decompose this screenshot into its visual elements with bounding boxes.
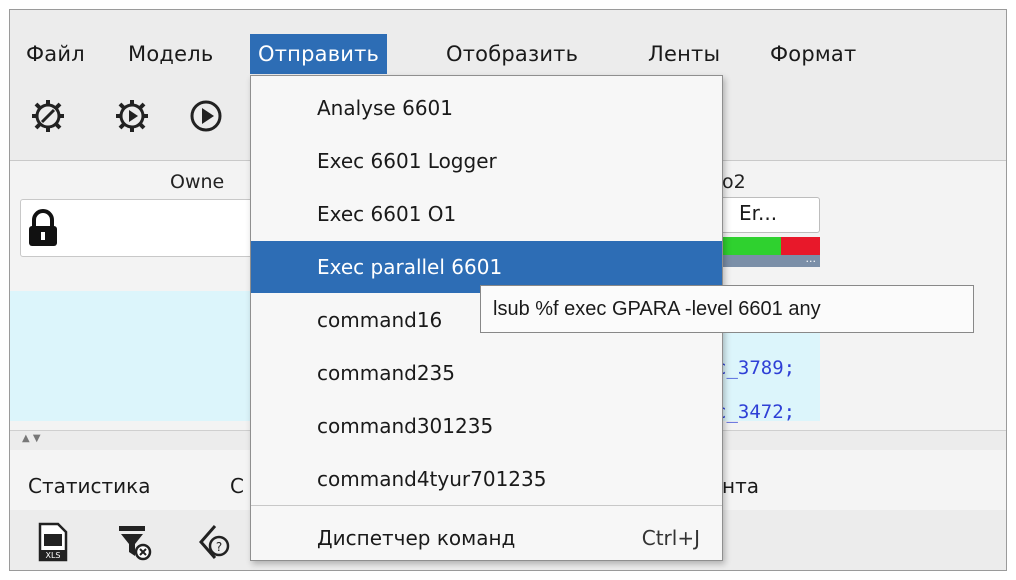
tab-statistics[interactable]: Статистика bbox=[28, 474, 151, 498]
help-tag-icon[interactable]: ? bbox=[194, 520, 236, 564]
cell-error[interactable]: Er... bbox=[710, 197, 820, 233]
svg-text:XLS: XLS bbox=[45, 551, 60, 560]
filter-field[interactable] bbox=[20, 199, 270, 257]
menu-separator bbox=[251, 505, 722, 506]
command-tooltip: lsub %f exec GPARA -level 6601 any bbox=[480, 285, 974, 333]
menu-tapes[interactable]: Ленты bbox=[640, 34, 728, 74]
table-link-cell[interactable]: c_3789; bbox=[715, 357, 795, 379]
gear-stop-icon[interactable] bbox=[28, 96, 68, 136]
lock-icon[interactable] bbox=[25, 208, 61, 252]
gear-run-icon[interactable] bbox=[112, 96, 152, 136]
menu-item-command235[interactable]: command235 bbox=[251, 347, 722, 399]
menu-file[interactable]: Файл bbox=[18, 34, 93, 74]
table-link-cell[interactable]: c_3472; bbox=[715, 401, 795, 423]
menu-item-analyse-6601[interactable]: Analyse 6601 bbox=[251, 82, 722, 134]
tab-third[interactable]: нта bbox=[722, 474, 759, 498]
menu-item-shortcut: Ctrl+J bbox=[641, 526, 700, 550]
status-more[interactable]: ... bbox=[722, 253, 820, 267]
play-circle-icon[interactable] bbox=[186, 96, 226, 136]
menu-format[interactable]: Формат bbox=[762, 34, 864, 74]
menu-item-command301235[interactable]: command301235 bbox=[251, 400, 722, 452]
menu-display[interactable]: Отобразить bbox=[438, 34, 586, 74]
app-window: Файл Модель Отправить Отобразить Ленты Ф… bbox=[9, 9, 1007, 571]
menu-item-command-manager[interactable]: Диспетчер команд Ctrl+J bbox=[251, 512, 722, 564]
tab-second[interactable]: С bbox=[230, 474, 244, 498]
svg-text:?: ? bbox=[216, 540, 222, 554]
xls-export-icon[interactable]: XLS bbox=[32, 520, 74, 564]
menu-send[interactable]: Отправить bbox=[250, 34, 388, 74]
menu-model[interactable]: Модель bbox=[120, 34, 221, 74]
menu-item-label: Диспетчер команд bbox=[317, 526, 516, 550]
menu-item-command4tyur701235[interactable]: command4tyur701235 bbox=[251, 453, 722, 505]
menubar: Файл Модель Отправить Отобразить Ленты Ф… bbox=[10, 30, 1006, 78]
column-header-right[interactable]: o2 bbox=[722, 171, 746, 193]
filter-clear-icon[interactable] bbox=[114, 520, 156, 564]
menu-item-exec-6601-o1[interactable]: Exec 6601 O1 bbox=[251, 188, 722, 240]
column-header-owner[interactable]: Owne bbox=[170, 171, 224, 193]
menu-item-exec-6601-logger[interactable]: Exec 6601 Logger bbox=[251, 135, 722, 187]
